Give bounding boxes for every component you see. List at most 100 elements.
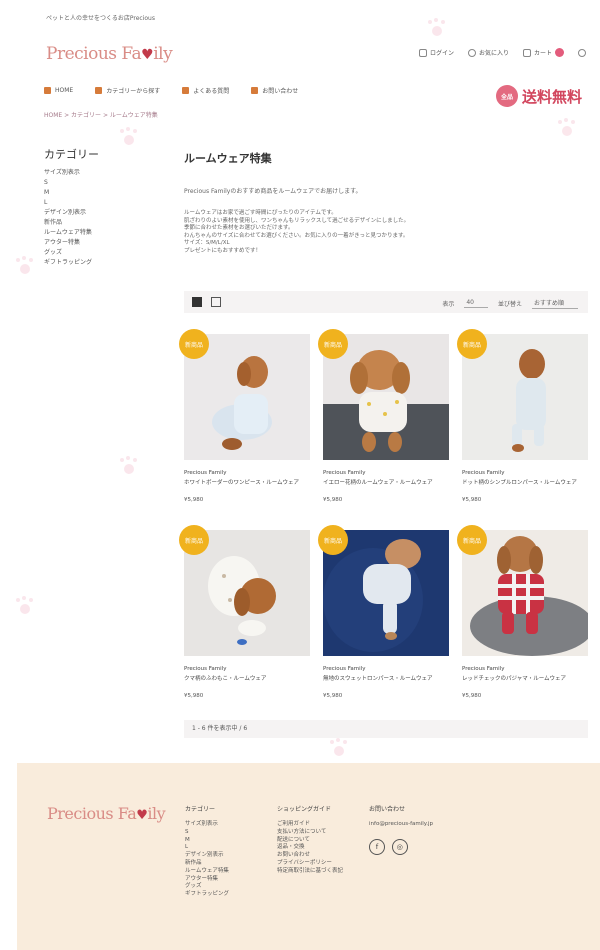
pagination-info: 1 - 6 件を表示中 / 6 (184, 720, 588, 738)
sidebar-item[interactable]: グッズ (44, 248, 99, 258)
sidebar-item[interactable]: S (44, 178, 99, 188)
search-button[interactable] (578, 48, 586, 57)
description-line: 季節に合わせた素材をお選びいただけます。 (184, 225, 294, 232)
sidebar-item[interactable]: ルームウェア特集 (44, 228, 99, 238)
product-name[interactable]: クマ柄のふわもこ・ルームウェア (184, 674, 314, 682)
site-logo[interactable]: Precious Fa♥ily (46, 44, 173, 64)
instagram-icon[interactable]: ◎ (391, 839, 408, 855)
header-tagline: ペットと人の幸せをつくるお店Precious (46, 15, 155, 22)
sidebar-item[interactable]: アウター特集 (44, 238, 99, 248)
logo-text-2: ily (153, 44, 173, 64)
footer-link[interactable]: ルームウェア特集 (185, 868, 229, 876)
facebook-icon[interactable]: f (369, 839, 385, 855)
product-brand: Precious Family (323, 470, 366, 476)
new-badge: 新商品 (318, 525, 348, 555)
product-price: ¥5,980 (323, 693, 343, 699)
footer-link[interactable]: M (185, 837, 229, 845)
footer-email[interactable]: info@precious-family.jp (369, 821, 433, 827)
cart-link[interactable]: カート (522, 48, 564, 57)
description-line: プレゼントにもおすすめです！ (184, 247, 262, 254)
new-badge: 新商品 (318, 329, 348, 359)
product-brand: Precious Family (184, 470, 227, 476)
home-icon (44, 87, 51, 94)
product-name[interactable]: ドット柄のシンプルロンパース・ルームウェア (462, 478, 592, 486)
footer-column-title: お問い合わせ (369, 806, 406, 813)
nav-item-contact[interactable]: お問い合わせ (251, 86, 298, 95)
description-line: ルームウェアはお家で過ごす時間にぴったりのアイテムです。 (184, 210, 337, 216)
page-title: ルームウェア特集 (184, 152, 272, 165)
footer-contact-column: お問い合わせ info@precious-family.jp f ◎ (369, 804, 433, 855)
global-nav: HOME カテゴリーから探す よくある質問 お問い合わせ (44, 86, 298, 95)
footer-logo[interactable]: Precious Fa♥ily (47, 804, 166, 823)
sidebar-item[interactable]: 新作品 (44, 218, 99, 228)
count-select[interactable]: 40 (464, 299, 488, 308)
footer-link[interactable]: ご利用ガイド (277, 821, 343, 829)
footer-link[interactable]: お問い合わせ (277, 852, 343, 860)
footer: Precious Fa♥ily カテゴリー サイズ別表示 S M L デザイン別… (17, 763, 600, 950)
search-icon (578, 48, 586, 57)
footer-column-title: ショッピングガイド (277, 806, 332, 813)
description-block: ルームウェアはお家で過ごす時間にぴったりのアイテムです。 肌ざわりのよい素材を使… (184, 210, 484, 256)
nav-label: カテゴリーから探す (106, 88, 161, 95)
sidebar-item[interactable]: M (44, 188, 99, 198)
breadcrumb[interactable]: HOME > カテゴリー > ルームウェア特集 (44, 110, 158, 119)
sidebar-item[interactable]: ギフトラッピング (44, 258, 99, 268)
nav-label: HOME (55, 87, 74, 94)
footer-link[interactable]: プライバシーポリシー (277, 860, 343, 868)
sidebar-item[interactable]: デザイン別表示 (44, 208, 99, 218)
product-name[interactable]: ホワイトボーダーのワンピース・ルームウェア (184, 478, 314, 486)
product-brand: Precious Family (462, 666, 505, 672)
footer-link[interactable]: グッズ (185, 883, 229, 891)
favorites-link[interactable]: お気に入り (467, 48, 509, 57)
paw-decoration (556, 118, 578, 140)
product-name[interactable]: 無地のスウェットロンパース・ルームウェア (323, 674, 453, 682)
free-shipping-badge: 全品 (495, 85, 518, 107)
free-shipping-text: 送料無料 (521, 87, 582, 106)
footer-category-column: カテゴリー サイズ別表示 S M L デザイン別表示 新作品 ルームウェア特集 … (185, 804, 229, 899)
description-line: サイズ：S/M/L/XL (184, 240, 230, 247)
new-badge: 新商品 (457, 525, 487, 555)
count-label: 表示 (442, 301, 455, 308)
product-name[interactable]: イエロー花柄のルームウェア・ルームウェア (323, 478, 453, 486)
logo-text-2: ily (147, 804, 166, 823)
product-name[interactable]: レッドチェックのパジャマ・ルームウェア (462, 674, 592, 682)
sidebar-item[interactable]: L (44, 198, 99, 208)
nav-label: お問い合わせ (262, 88, 299, 95)
footer-link[interactable]: デザイン別表示 (185, 852, 229, 860)
nav-item-home[interactable]: HOME (44, 86, 73, 95)
intro-text: Precious Familyのおすすめ商品をルームウェアでお届けします。 (184, 188, 362, 195)
sort-select[interactable]: おすすめ順 (531, 298, 578, 309)
product-brand: Precious Family (323, 666, 366, 672)
nav-item-category[interactable]: カテゴリーから探す (95, 86, 160, 95)
listing-toolbar: 表示 40 並び替え おすすめ順 (184, 291, 588, 313)
new-badge: 新商品 (179, 329, 209, 359)
product-price: ¥5,980 (323, 497, 343, 503)
footer-link[interactable]: 特定商取引法に基づく表記 (277, 868, 343, 876)
category-icon (95, 87, 103, 94)
nav-label: よくある質問 (193, 88, 230, 95)
paw-decoration (118, 456, 140, 478)
new-badge: 新商品 (457, 329, 487, 359)
grid-view-icon[interactable] (192, 297, 202, 307)
product-price: ¥5,980 (184, 497, 204, 503)
favorites-label: お気に入り (478, 50, 509, 57)
category-sidebar: カテゴリー サイズ別表示 S M L デザイン別表示 新作品 ルームウェア特集 … (44, 146, 99, 268)
footer-column-title: カテゴリー (185, 806, 216, 813)
paw-decoration (118, 127, 140, 149)
login-link[interactable]: ログイン (418, 48, 454, 57)
paw-decoration (14, 596, 36, 618)
nav-item-faq[interactable]: よくある質問 (182, 86, 229, 95)
footer-link[interactable]: 新作品 (185, 860, 229, 868)
logo-text-1: Precious Fa (46, 44, 142, 64)
footer-link[interactable]: サイズ別表示 (185, 821, 229, 829)
free-shipping-banner: 全品 送料無料 (495, 85, 582, 107)
footer-link[interactable]: 支払い方法について (277, 829, 343, 837)
footer-link[interactable]: ギフトラッピング (185, 891, 229, 899)
product-price: ¥5,980 (184, 693, 204, 699)
footer-guide-column: ショッピングガイド ご利用ガイド 支払い方法について 配送について 返品・交換 … (277, 804, 343, 876)
sidebar-item[interactable]: サイズ別表示 (44, 168, 99, 178)
logo-heart: ♥ (141, 47, 154, 63)
list-view-icon[interactable] (211, 297, 221, 307)
footer-link[interactable]: S (185, 829, 229, 837)
main-content: ルームウェア特集 Precious Familyのおすすめ商品をルームウェアでお… (179, 150, 588, 738)
